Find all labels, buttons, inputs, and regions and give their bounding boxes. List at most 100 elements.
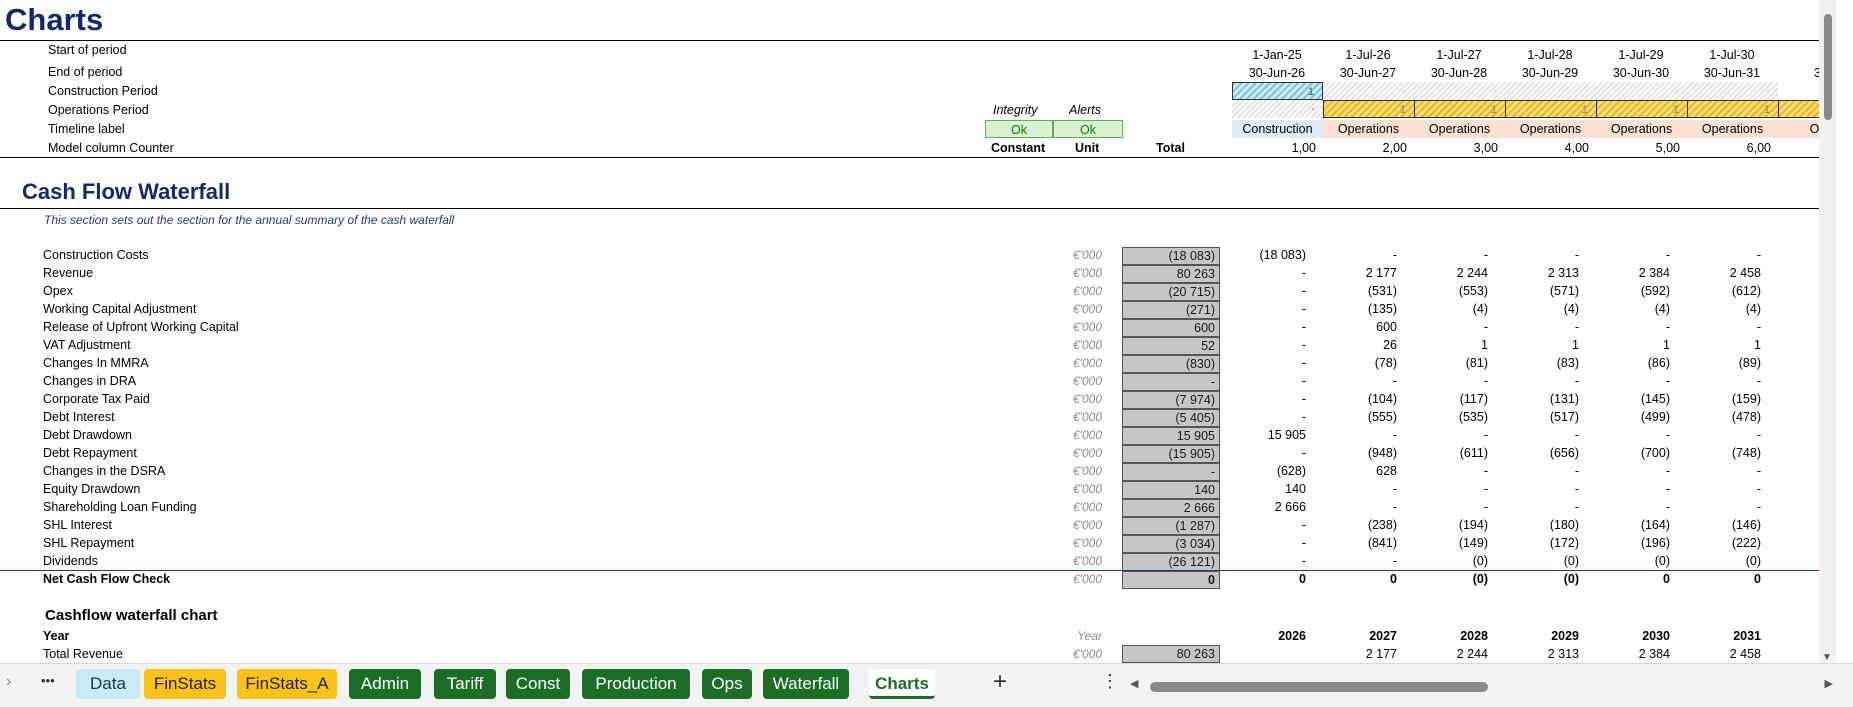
row-total-cell[interactable]: 80 263 <box>1122 265 1220 283</box>
row-value-cell[interactable]: (81) <box>1404 356 1488 370</box>
row-total-cell[interactable]: (3 034) <box>1122 535 1220 553</box>
row-value-cell[interactable]: 1 <box>1404 338 1488 352</box>
row-value-cell[interactable]: - <box>1677 320 1761 334</box>
year-cell[interactable]: 2030 <box>1586 629 1670 643</box>
tab-tariff[interactable]: Tariff <box>434 669 496 699</box>
row-value-cell[interactable]: (553) <box>1404 284 1488 298</box>
row-total-cell[interactable]: 52 <box>1122 337 1220 355</box>
row-value-cell[interactable]: 1 <box>1677 338 1761 352</box>
row-value-cell[interactable]: (149) <box>1404 536 1488 550</box>
row-value-cell[interactable]: - <box>1222 374 1306 388</box>
operations-flag-cell[interactable]: 1 <box>1414 100 1505 118</box>
row-value-cell[interactable]: (4) <box>1495 302 1579 316</box>
counter-cell[interactable]: 1,00 <box>1232 141 1316 155</box>
row-value-cell[interactable]: 0 <box>1222 572 1306 586</box>
row-value-cell[interactable]: (555) <box>1313 410 1397 424</box>
row-value-cell[interactable]: 0 <box>1313 572 1397 586</box>
row-value-cell[interactable]: (131) <box>1495 392 1579 406</box>
row-value-cell[interactable]: 2 384 <box>1586 266 1670 280</box>
row-value-cell[interactable]: (499) <box>1586 410 1670 424</box>
row-value-cell[interactable]: (4) <box>1404 302 1488 316</box>
tab-const[interactable]: Const <box>506 669 570 699</box>
row-value-cell[interactable]: - <box>1495 248 1579 262</box>
row-value-cell[interactable]: (4) <box>1586 302 1670 316</box>
row-value-cell[interactable]: - <box>1495 374 1579 388</box>
row-value-cell[interactable]: - <box>1404 482 1488 496</box>
construction-flag-cell[interactable]: - <box>1323 82 1414 100</box>
row-value-cell[interactable]: - <box>1222 410 1306 424</box>
row-value-cell[interactable]: - <box>1495 482 1579 496</box>
row-value-cell[interactable]: 1 <box>1586 338 1670 352</box>
end-date-cell[interactable]: 30-Jun-26 <box>1232 66 1322 80</box>
timeline-cell[interactable]: Operations <box>1323 120 1414 138</box>
row-value-cell[interactable]: - <box>1313 428 1397 442</box>
row-value-cell[interactable]: - <box>1495 500 1579 514</box>
row-value-cell[interactable]: - <box>1313 374 1397 388</box>
row-value-cell[interactable]: 2 177 <box>1313 266 1397 280</box>
end-date-cell[interactable]: 30-Jun-30 <box>1596 66 1686 80</box>
row-value-cell[interactable]: (0) <box>1586 554 1670 568</box>
row-value-cell[interactable]: (172) <box>1495 536 1579 550</box>
row-value-cell[interactable]: (164) <box>1586 518 1670 532</box>
timeline-cell[interactable]: Operations <box>1505 120 1596 138</box>
row-value-cell[interactable]: (841) <box>1313 536 1397 550</box>
row-value-cell[interactable]: 15 905 <box>1222 428 1306 442</box>
scroll-down-icon[interactable]: ▼ <box>1822 652 1832 663</box>
row-total-cell[interactable]: (271) <box>1122 301 1220 319</box>
worksheet[interactable]: Charts Start of period End of period Con… <box>0 0 1836 663</box>
row-total-cell[interactable]: 2 666 <box>1122 499 1220 517</box>
row-value-cell[interactable]: - <box>1677 428 1761 442</box>
year-cell[interactable]: 2026 <box>1222 629 1306 643</box>
row-value-cell[interactable]: (0) <box>1495 572 1579 586</box>
row-total-cell[interactable]: (15 905) <box>1122 445 1220 463</box>
row-value-cell[interactable]: (700) <box>1586 446 1670 460</box>
row-value-cell[interactable]: - <box>1677 464 1761 478</box>
row-value-cell[interactable]: - <box>1404 464 1488 478</box>
row-value-cell[interactable]: - <box>1222 302 1306 316</box>
operations-flag-cell[interactable]: 1 <box>1596 100 1687 118</box>
row-value-cell[interactable]: (535) <box>1404 410 1488 424</box>
row-value-cell[interactable]: 26 <box>1313 338 1397 352</box>
row-value-cell[interactable]: - <box>1586 320 1670 334</box>
row-value-cell[interactable]: - <box>1313 482 1397 496</box>
row-value-cell[interactable]: - <box>1222 536 1306 550</box>
revenue-value-cell[interactable]: 2 177 <box>1313 647 1397 661</box>
counter-cell[interactable]: 6,00 <box>1687 141 1771 155</box>
end-date-cell[interactable]: 30-Jun-31 <box>1687 66 1777 80</box>
row-value-cell[interactable]: - <box>1495 428 1579 442</box>
row-value-cell[interactable]: - <box>1495 320 1579 334</box>
row-total-cell[interactable]: (830) <box>1122 355 1220 373</box>
vertical-scroll-thumb[interactable] <box>1824 14 1832 120</box>
row-value-cell[interactable]: - <box>1677 482 1761 496</box>
row-value-cell[interactable]: - <box>1677 374 1761 388</box>
row-value-cell[interactable]: (146) <box>1677 518 1761 532</box>
horizontal-scrollbar[interactable]: ◀ ▶ <box>1130 677 1833 695</box>
counter-cell[interactable]: 5,00 <box>1596 141 1680 155</box>
row-value-cell[interactable]: - <box>1222 446 1306 460</box>
row-value-cell[interactable]: (180) <box>1495 518 1579 532</box>
scroll-tabs-icon[interactable]: › <box>6 673 11 691</box>
start-date-cell[interactable]: 1-Jan-25 <box>1232 48 1322 62</box>
row-value-cell[interactable]: (478) <box>1677 410 1761 424</box>
row-value-cell[interactable]: - <box>1222 284 1306 298</box>
row-value-cell[interactable]: (194) <box>1404 518 1488 532</box>
row-value-cell[interactable]: - <box>1586 464 1670 478</box>
row-value-cell[interactable]: - <box>1404 320 1488 334</box>
end-date-cell[interactable]: 30-Jun-28 <box>1414 66 1504 80</box>
row-value-cell[interactable]: (517) <box>1495 410 1579 424</box>
row-total-cell[interactable]: (26 121) <box>1122 553 1220 571</box>
row-value-cell[interactable]: - <box>1222 338 1306 352</box>
row-value-cell[interactable]: 140 <box>1222 482 1306 496</box>
row-value-cell[interactable]: - <box>1586 500 1670 514</box>
counter-cell[interactable]: 4,00 <box>1505 141 1589 155</box>
row-value-cell[interactable]: - <box>1404 374 1488 388</box>
start-date-cell[interactable]: 1-Jul-27 <box>1414 48 1504 62</box>
row-value-cell[interactable]: 2 313 <box>1495 266 1579 280</box>
row-value-cell[interactable]: - <box>1586 248 1670 262</box>
row-value-cell[interactable]: (117) <box>1404 392 1488 406</box>
row-value-cell[interactable]: (86) <box>1586 356 1670 370</box>
row-value-cell[interactable]: - <box>1677 500 1761 514</box>
row-value-cell[interactable]: - <box>1222 266 1306 280</box>
tab-finstats[interactable]: FinStats <box>144 669 226 699</box>
counter-cell[interactable]: 3,00 <box>1414 141 1498 155</box>
